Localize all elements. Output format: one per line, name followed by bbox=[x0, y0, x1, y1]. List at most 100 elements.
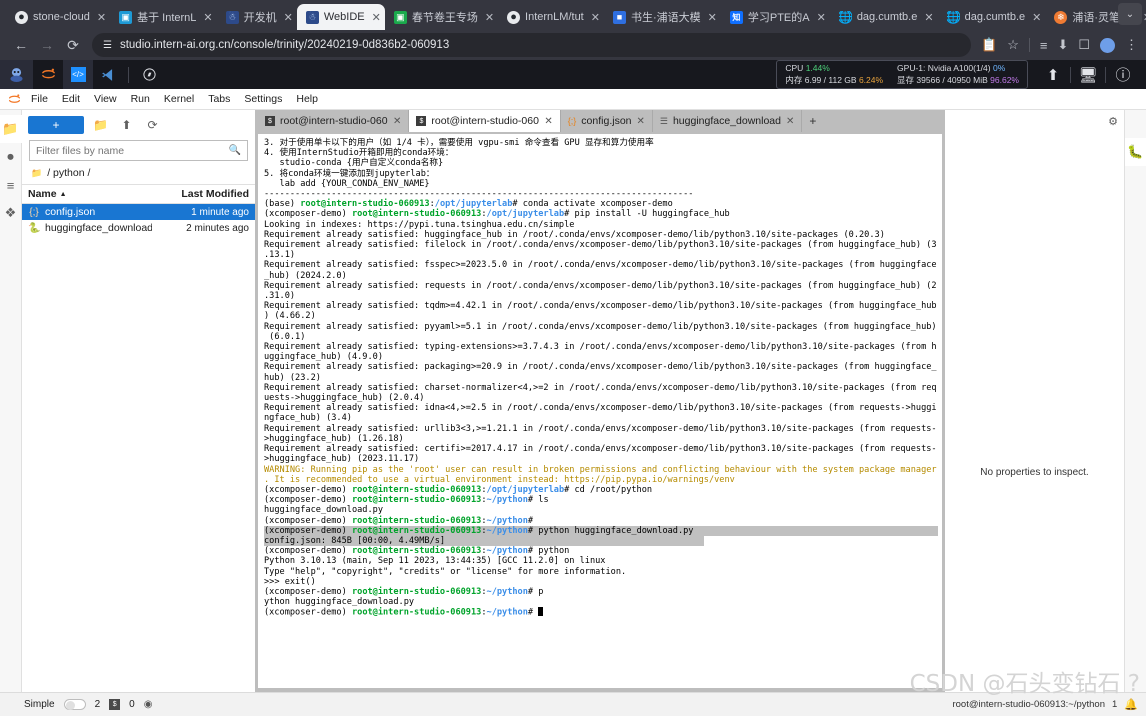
close-icon[interactable]: ✕ bbox=[591, 11, 600, 24]
terminal-text: uests->huggingface_hub) (2.0.4) bbox=[264, 393, 425, 404]
upload-arrow-icon[interactable]: ⬆ bbox=[1036, 60, 1070, 89]
browser-tab[interactable]: ▣ 基于 InternL ✕ bbox=[110, 4, 217, 30]
terminal-line: (xcomposer-demo) root@intern-studio-0609… bbox=[264, 209, 938, 219]
close-icon[interactable]: ✕ bbox=[97, 11, 106, 24]
simple-mode-toggle[interactable] bbox=[63, 699, 86, 710]
terminal-line: Requirement already satisfied: urllib3<3… bbox=[264, 424, 938, 434]
upload-file-icon[interactable]: ⬆ bbox=[117, 116, 136, 134]
file-browser-icon[interactable]: 📁 bbox=[0, 115, 22, 143]
menu-run[interactable]: Run bbox=[124, 89, 157, 110]
dock-tab[interactable]: ☰ huggingface_download.py ✕ bbox=[652, 110, 803, 132]
column-header-name[interactable]: Name ▲ bbox=[28, 188, 161, 200]
ide-topbar: </> CPU 1.44% 内存 6.99 / 112 GB 6.24% GPU… bbox=[0, 60, 1146, 89]
jupyter-icon[interactable] bbox=[33, 60, 63, 89]
file-list-item[interactable]: 🐍 huggingface_download.py 2 minutes ago bbox=[22, 220, 255, 236]
menu-view[interactable]: View bbox=[87, 89, 124, 110]
browser-tab-label: dag.cumtb.e bbox=[856, 11, 918, 23]
forward-icon[interactable]: → bbox=[34, 32, 60, 58]
menu-file[interactable]: File bbox=[24, 89, 55, 110]
info-icon[interactable]: ⓘ bbox=[1106, 60, 1140, 89]
terminal-line: (xcomposer-demo) root@intern-studio-0609… bbox=[264, 485, 938, 495]
menu-edit[interactable]: Edit bbox=[55, 89, 87, 110]
address-bar[interactable]: ☰ studio.intern-ai.org.cn/console/trinit… bbox=[92, 33, 971, 57]
close-icon[interactable]: ✕ bbox=[1032, 11, 1041, 24]
menu-help[interactable]: Help bbox=[289, 89, 325, 110]
reading-list-icon[interactable]: ≡ bbox=[1040, 38, 1048, 53]
close-icon[interactable]: ✕ bbox=[284, 11, 293, 24]
terminal-line: lab add {YOUR_CONDA_ENV_NAME} bbox=[264, 179, 938, 189]
browser-tab[interactable]: 🌐 dag.cumtb.e ✕ bbox=[938, 4, 1046, 30]
browser-tab[interactable]: ■ 书生·浦语大模 ✕ bbox=[604, 4, 721, 30]
back-icon[interactable]: ← bbox=[8, 32, 34, 58]
browser-tab[interactable]: 知学习PTE的A ✕ bbox=[721, 4, 830, 30]
download-icon[interactable]: ⬇ bbox=[1057, 37, 1068, 53]
close-icon[interactable]: ✕ bbox=[637, 116, 645, 127]
terminal-selection: (xcomposer-demo) root@intern-studio-0609… bbox=[264, 525, 938, 536]
reload-icon[interactable]: ⟳ bbox=[60, 32, 86, 58]
close-icon[interactable]: ✕ bbox=[393, 116, 401, 127]
status-bar-right: root@intern-studio-060913:~/python 1 🔔 bbox=[952, 698, 1146, 711]
close-icon[interactable]: ✕ bbox=[786, 116, 794, 127]
browser-tab[interactable]: ☃ 开发机 ✕ bbox=[217, 4, 297, 30]
close-icon[interactable]: ✕ bbox=[203, 11, 212, 24]
browser-tab[interactable]: 🌐 dag.cumtb.e ✕ bbox=[830, 4, 938, 30]
chrome-menu-icon[interactable]: ⋮ bbox=[1125, 37, 1138, 53]
breadcrumb[interactable]: 📁 / python / bbox=[22, 165, 255, 184]
terminal-text: Looking in indexes: https://pypi.tuna.ts… bbox=[264, 219, 575, 230]
table-of-contents-icon[interactable]: ≡ bbox=[0, 171, 22, 199]
terminal-text: (xcomposer-demo) bbox=[264, 546, 352, 557]
close-icon[interactable]: ✕ bbox=[544, 116, 552, 127]
terminal-line: ----------------------------------------… bbox=[264, 189, 938, 199]
file-modified: 2 minutes ago bbox=[186, 222, 249, 234]
close-icon[interactable]: ✕ bbox=[924, 11, 933, 24]
close-icon[interactable]: ✕ bbox=[372, 11, 381, 24]
tab-search-icon[interactable]: ⌄ bbox=[1118, 3, 1142, 25]
file-list-item[interactable]: {;} config.json 1 minute ago bbox=[22, 204, 255, 220]
menu-settings[interactable]: Settings bbox=[237, 89, 289, 110]
terminal-output[interactable]: 3. 对于使用单卡以下的用户（如 1/4 卡），需要使用 vgpu-smi 命令… bbox=[258, 134, 942, 688]
clipboard-icon[interactable]: 📋 bbox=[981, 37, 997, 53]
terminal-line: Requirement already satisfied: typing-ex… bbox=[264, 342, 938, 352]
close-icon[interactable]: ✕ bbox=[485, 11, 494, 24]
terminal-text: Requirement already satisfied: pyyaml>=5… bbox=[264, 321, 937, 332]
menu-tabs[interactable]: Tabs bbox=[201, 89, 237, 110]
filter-files-input[interactable]: Filter files by name 🔍 bbox=[29, 140, 248, 161]
bookmark-star-icon[interactable]: ☆ bbox=[1007, 37, 1019, 53]
dock-tab[interactable]: $ root@intern-studio-06091 ✕ bbox=[258, 110, 410, 132]
browser-tab[interactable]: ● InternLM/tut ✕ bbox=[498, 4, 604, 30]
new-launcher-button[interactable]: + bbox=[28, 116, 84, 134]
code-server-icon[interactable]: </> bbox=[63, 60, 93, 89]
dock-tabbar: $ root@intern-studio-06091 ✕ $ root@intern-s… bbox=[256, 110, 944, 132]
terminal-text: # bbox=[527, 515, 534, 526]
browser-tab[interactable]: ☃ WebIDE ✕ bbox=[296, 4, 385, 30]
close-icon[interactable]: ✕ bbox=[817, 11, 826, 24]
extensions-icon[interactable]: ❖ bbox=[0, 199, 22, 227]
vram-label: 显存 39566 / 40950 MiB bbox=[897, 74, 988, 85]
terminal-text: huggingface_download.py bbox=[264, 505, 383, 516]
running-sessions-icon[interactable]: ⏺ bbox=[0, 143, 22, 171]
file-name: config.json bbox=[45, 206, 96, 218]
terminal-text: Requirement already satisfied: huggingfa… bbox=[264, 229, 885, 240]
terminal-icon[interactable]: $ bbox=[109, 699, 121, 710]
python-file-icon: ☰ bbox=[659, 115, 668, 126]
kernel-status-icon[interactable]: ◉ bbox=[144, 699, 153, 710]
browser-tab[interactable]: ▣ 春节卷王专场 ✕ bbox=[385, 4, 498, 30]
debugger-icon[interactable]: 🐛 bbox=[1124, 138, 1146, 166]
dock-tab[interactable]: {;} config.json ✕ bbox=[560, 110, 653, 132]
new-dock-tab-button[interactable]: + bbox=[802, 110, 823, 132]
refresh-icon[interactable]: ⟳ bbox=[143, 116, 162, 134]
site-settings-icon[interactable]: ☰ bbox=[103, 40, 112, 51]
network-icon[interactable]: 🖥 bbox=[1071, 60, 1105, 89]
dock-tab[interactable]: $ root@intern-studio-06091 ✕ bbox=[409, 110, 561, 132]
column-header-modified[interactable]: Last Modified bbox=[161, 188, 249, 200]
notification-bell-icon[interactable]: 🔔 bbox=[1124, 698, 1138, 711]
new-folder-icon[interactable]: 📁 bbox=[91, 116, 110, 134]
menu-kernel[interactable]: Kernel bbox=[157, 89, 201, 110]
close-icon[interactable]: ✕ bbox=[708, 11, 717, 24]
compass-icon[interactable] bbox=[134, 60, 164, 89]
browser-tab[interactable]: ● stone-cloud ✕ bbox=[6, 4, 110, 30]
vscode-icon[interactable] bbox=[93, 60, 123, 89]
avatar[interactable] bbox=[1100, 37, 1115, 53]
settings-gear-icon[interactable]: ⚙ bbox=[1108, 115, 1118, 128]
sidepanel-icon[interactable]: ☐ bbox=[1078, 37, 1090, 53]
